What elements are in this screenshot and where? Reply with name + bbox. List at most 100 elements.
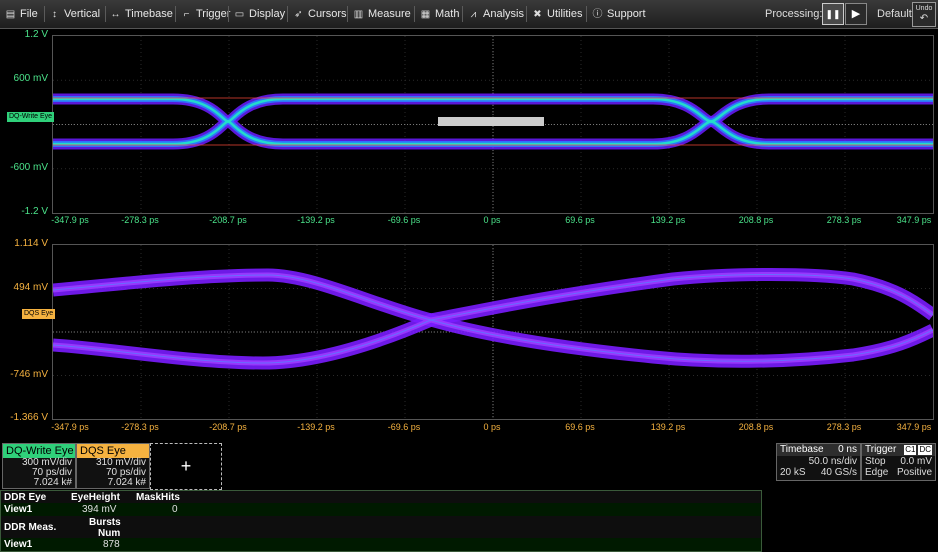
timebase-header: Timebase 0 ns [777,444,860,456]
menu-label: Trigger [196,8,231,20]
menu-display[interactable]: ▭ Display [234,0,285,28]
menu-label: Utilities [547,8,583,20]
menu-separator [347,6,348,22]
dq-write-eye-marker[interactable]: DQ-Write Eye [7,112,55,122]
menu-cursors[interactable]: ➶ Cursors [293,0,347,28]
menu-measure[interactable]: ▥ Measure [353,0,411,28]
lower-x-label: -278.3 ps [121,422,159,432]
timebase-label: Timebase [780,444,824,455]
upper-x-label: -208.7 ps [209,215,247,225]
menu-timebase[interactable]: ↔ Timebase [110,0,173,28]
menu-trigger[interactable]: ⌐ Trigger [181,0,231,28]
upper-y-label: -1.2 V [21,206,48,217]
mask-hits-header[interactable]: MaskHits [136,492,180,503]
menu-separator [44,6,45,22]
upper-x-label: -139.2 ps [297,215,335,225]
menu-separator [175,6,176,22]
ddr-eye-row-label: View1 [4,504,33,515]
dqs-eye-descriptor[interactable]: DQS Eye 310 mV/div 70 ps/div 7.024 k# [76,443,150,489]
menu-label: Vertical [64,8,101,20]
zoom-bar[interactable] [438,117,544,126]
lower-y-label: 1.114 V [14,238,48,249]
file-icon: ▤ [5,9,16,20]
play-button[interactable]: ▶ [845,3,867,25]
upper-x-label: 69.6 ps [565,215,595,225]
menu-label: Measure [368,8,411,20]
mask-hits-value: 0 [172,504,178,515]
lower-y-label: -746 mV [10,368,48,380]
lower-x-label: -139.2 ps [297,422,335,432]
vertical-arrows-icon: ↕ [52,9,57,20]
lower-x-label: 139.2 ps [650,422,686,432]
upper-y-label: 1.2 V [24,29,48,40]
lower-waveform [53,245,933,419]
trigger-label: Trigger [865,444,897,455]
lower-y-label: 494 mV [13,281,48,293]
lower-x-label: -69.6 ps [387,422,421,432]
undo-button[interactable]: Undo ↶ [912,2,936,27]
info-icon: ⓘ [592,9,603,20]
processing-label: Processing: [765,8,823,20]
trigger-descriptor[interactable]: Trigger DC C1 Stop 0.0 mV Edge Positive [861,443,936,481]
upper-y-label: 600 mV [13,73,48,85]
menu-analysis[interactable]: ⩘ Analysis [468,0,524,28]
menu-label: Analysis [483,8,524,20]
measurement-panel: DDR Eye EyeHeight MaskHits View1 394 mV … [0,490,762,552]
lower-x-label: -347.9 ps [51,422,89,432]
ddr-eye-title: DDR Eye [4,492,47,503]
undo-label: Undo [915,5,933,12]
bursts-value: 878 [103,539,120,550]
timebase-cell: 40 GS/s [820,467,857,478]
menu-math[interactable]: ▦ Math [420,0,460,28]
dq-write-eye-descriptor[interactable]: DQ-Write Eye 300 mV/div 70 ps/div 7.024 … [2,443,76,489]
menu-utilities[interactable]: ✖ Utilities [532,0,582,28]
trigger-cell: Stop [865,456,886,467]
cursor-icon: ➶ [294,9,303,20]
eye-height-header[interactable]: EyeHeight [71,492,120,503]
play-icon: ▶ [851,8,861,20]
add-trace-button[interactable]: + [150,443,222,490]
menu-separator [526,6,527,22]
trigger-badge: C1 [904,445,917,455]
num-header[interactable]: Num [98,528,120,539]
calculator-icon: ▦ [420,9,431,20]
menu-support[interactable]: ⓘ Support [592,0,646,28]
menu-separator [462,6,463,22]
upper-x-label: 278.3 ps [826,215,862,225]
upper-grid[interactable] [52,35,934,214]
ruler-icon: ▥ [353,9,364,20]
lower-grid[interactable] [52,244,934,420]
trigger-icon: ⌐ [183,9,190,20]
menu-file[interactable]: ▤ File [5,0,38,28]
tools-icon: ✖ [533,9,542,20]
pause-button[interactable]: ❚❚ [822,3,844,25]
default-label: Default: [877,8,915,20]
descriptor-count: 7.024 k# [77,478,149,488]
timebase-descriptor[interactable]: Timebase 0 ns 50.0 ns/div 20 kS 40 GS/s [776,443,861,481]
ddr-meas-title: DDR Meas. [4,522,57,533]
plus-icon: + [180,456,192,476]
menu-vertical[interactable]: ↕ Vertical [49,0,100,28]
timebase-cell: 20 kS [780,467,806,478]
trigger-header: Trigger DC C1 [862,444,935,456]
trigger-cell: Positive [896,467,932,478]
display-icon: ▭ [234,9,245,20]
dqs-eye-marker[interactable]: DQS Eye [22,309,56,319]
bursts-header[interactable]: Bursts [89,517,121,528]
lower-x-label: -208.7 ps [209,422,247,432]
menu-separator [228,6,229,22]
ddr-meas-row-label: View1 [4,539,33,550]
horizontal-arrows-icon: ↔ [110,9,121,20]
descriptor-title: DQS Eye [77,444,149,458]
menu-label: Cursors [308,8,347,20]
upper-x-label: 139.2 ps [650,215,686,225]
menu-label: Support [607,8,646,20]
lower-x-label: 347.9 ps [896,422,932,432]
upper-x-label: 0 ps [483,215,501,225]
undo-icon: ↶ [919,13,929,24]
timebase-offset: 0 ns [838,444,857,455]
lower-y-label: -1.366 V [10,412,48,423]
menu-label: Math [435,8,460,20]
trigger-cell: 0.0 mV [900,456,932,467]
menu-separator [105,6,106,22]
